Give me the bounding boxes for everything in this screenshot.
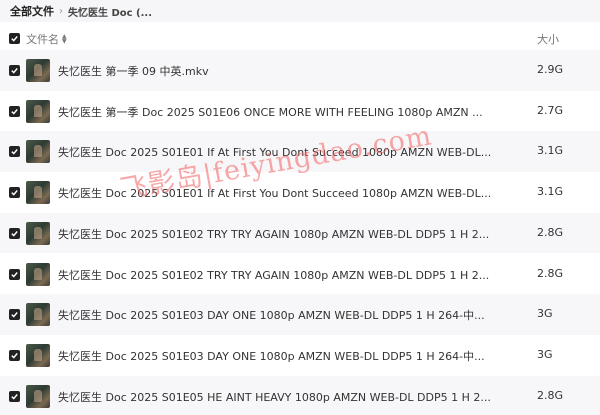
file-row[interactable]: 失忆医生 Doc 2025 S01E02 TRY TRY AGAIN 1080p… [0, 212, 600, 254]
file-row[interactable]: 失忆医生 Doc 2025 S01E05 HE AINT HEAVY 1080p… [0, 375, 600, 415]
video-thumbnail[interactable] [26, 140, 50, 164]
video-thumbnail[interactable] [26, 262, 50, 286]
file-checkbox[interactable] [9, 349, 20, 361]
file-size: 3G [537, 307, 553, 321]
video-thumbnail[interactable] [26, 343, 50, 367]
check-icon [11, 36, 18, 42]
file-size: 2.9G [537, 63, 564, 76]
file-row[interactable]: 失忆医生 Doc 2025 S01E03 DAY ONE 1080p AMZN … [0, 334, 600, 376]
select-all-checkbox[interactable] [9, 33, 20, 44]
file-name[interactable]: 失忆医生 Doc 2025 S01E01 If At First You Don… [58, 144, 491, 160]
file-checkbox[interactable] [9, 268, 20, 280]
check-icon [11, 230, 18, 237]
file-row[interactable]: 失忆医生 Doc 2025 S01E02 TRY TRY AGAIN 1080p… [0, 253, 600, 295]
file-size: 2.8G [537, 388, 564, 402]
file-checkbox[interactable] [9, 105, 20, 117]
sort-arrows-icon[interactable]: ▲ ▼ [62, 34, 67, 45]
file-size: 2.8G [537, 266, 564, 280]
file-size: 3G [537, 347, 553, 361]
file-name[interactable]: 失忆医生 Doc 2025 S01E03 DAY ONE 1080p AMZN … [58, 348, 485, 364]
video-thumbnail[interactable] [26, 221, 50, 245]
file-checkbox[interactable] [9, 146, 20, 158]
file-size: 2.7G [537, 103, 564, 117]
breadcrumb-root-link[interactable]: 全部文件 [10, 3, 54, 19]
check-icon [11, 393, 18, 400]
file-name[interactable]: 失忆医生 Doc 2025 S01E05 HE AINT HEAVY 1080p… [58, 389, 491, 405]
check-icon [11, 352, 18, 359]
check-icon [11, 271, 18, 278]
file-checkbox[interactable] [9, 390, 20, 402]
file-name[interactable]: 失忆医生 Doc 2025 S01E01 If At First You Don… [58, 185, 491, 201]
breadcrumb-current-folder: 失忆医生 Doc (... [68, 7, 153, 19]
file-name[interactable]: 失忆医生 第一季 09 中英.mkv [58, 63, 209, 79]
video-thumbnail[interactable] [26, 99, 50, 123]
file-name[interactable]: 失忆医生 第一季 Doc 2025 S01E06 ONCE MORE WITH … [58, 104, 483, 120]
breadcrumb: 全部文件 › 失忆医生 Doc (... [0, 0, 600, 22]
file-row[interactable]: 失忆医生 Doc 2025 S01E03 DAY ONE 1080p AMZN … [0, 294, 600, 335]
file-size: 2.8G [537, 225, 564, 239]
file-name[interactable]: 失忆医生 Doc 2025 S01E02 TRY TRY AGAIN 1080p… [58, 226, 489, 242]
file-size: 3.1G [537, 144, 564, 158]
check-icon [11, 149, 18, 156]
file-row[interactable]: 失忆医生 第一季 09 中英.mkv 2.9G [0, 50, 600, 91]
column-header-size[interactable]: 大小 [537, 31, 559, 47]
file-row[interactable]: 失忆医生 第一季 Doc 2025 S01E06 ONCE MORE WITH … [0, 90, 600, 132]
check-icon [11, 190, 18, 196]
file-checkbox[interactable] [9, 227, 20, 239]
check-icon [11, 108, 18, 115]
column-header-name[interactable]: 文件名 ▲ ▼ [26, 31, 67, 47]
file-row[interactable]: 失忆医生 Doc 2025 S01E01 If At First You Don… [0, 131, 600, 173]
file-checkbox[interactable] [9, 187, 20, 199]
file-list-header: 文件名 ▲ ▼ 大小 [0, 28, 600, 50]
video-thumbnail[interactable] [26, 384, 50, 408]
file-checkbox[interactable] [9, 65, 20, 76]
check-icon [11, 312, 18, 318]
check-icon [11, 68, 18, 74]
file-name[interactable]: 失忆医生 Doc 2025 S01E02 TRY TRY AGAIN 1080p… [58, 267, 489, 283]
video-thumbnail[interactable] [26, 181, 50, 205]
file-row[interactable]: 失忆医生 Doc 2025 S01E01 If At First You Don… [0, 172, 600, 213]
file-checkbox[interactable] [9, 309, 20, 321]
file-name[interactable]: 失忆医生 Doc 2025 S01E03 DAY ONE 1080p AMZN … [58, 307, 485, 323]
video-thumbnail[interactable] [26, 59, 50, 82]
column-header-name-label: 文件名 [26, 33, 59, 46]
breadcrumb-separator-icon: › [59, 5, 63, 17]
video-thumbnail[interactable] [26, 303, 50, 327]
file-size: 3.1G [537, 185, 564, 199]
